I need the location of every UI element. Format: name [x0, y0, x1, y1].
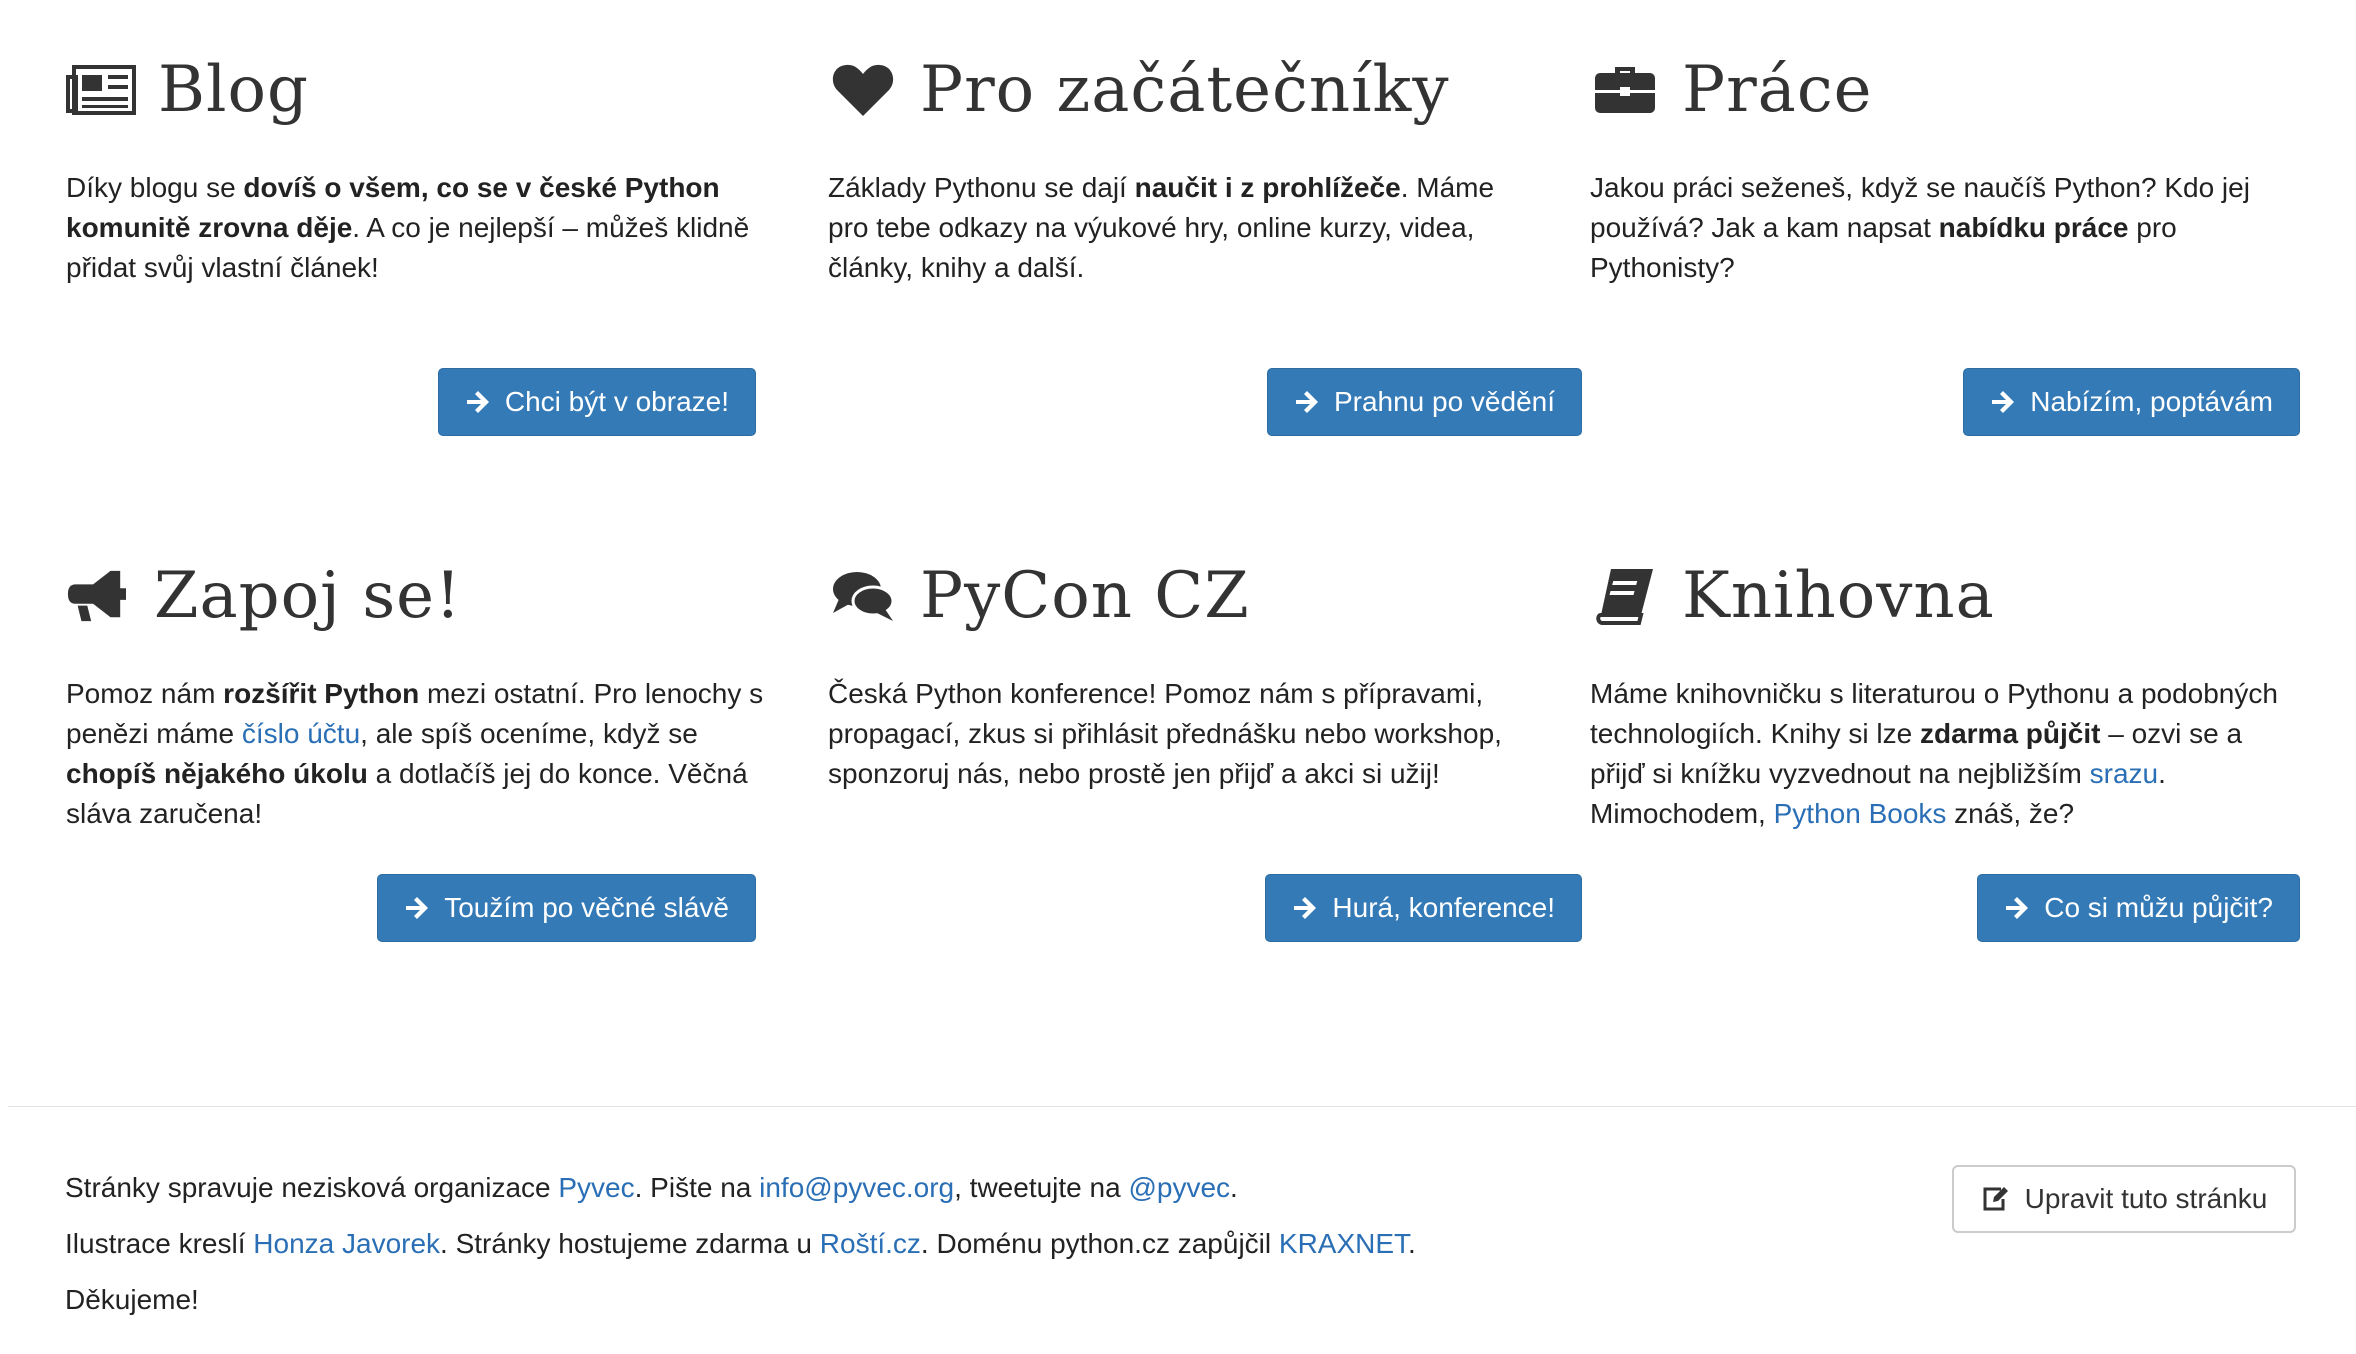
arrow-right-icon [466, 391, 489, 413]
text-run: Základy Pythonu se dají [828, 172, 1135, 203]
bold-text: naučit i z prohlížeče [1134, 172, 1401, 203]
text-run: Děkujeme! [65, 1284, 199, 1315]
text-link[interactable]: KRAXNET [1279, 1228, 1408, 1259]
text-run: . Pište na [634, 1172, 760, 1203]
library-button[interactable]: Co si můžu půjčit? [1977, 874, 2300, 942]
arrow-right-icon [1992, 391, 2015, 413]
text-run: Pomoz nám [66, 678, 224, 709]
card-title: Pro začátečníky [920, 53, 1450, 127]
text-run: Díky blogu se [66, 172, 244, 203]
bold-text: zdarma půjčit [1919, 718, 2101, 749]
card-text: Základy Pythonu se dají naučit i z prohl… [828, 168, 1528, 368]
jobs-button[interactable]: Nabízím, poptávám [1963, 368, 2300, 436]
card-header: Blog [66, 40, 766, 140]
text-run: znáš, že? [1946, 798, 2075, 829]
card-beginners: Pro začátečníky Základy Pythonu se dají … [828, 40, 1582, 436]
comments-icon [828, 565, 898, 627]
newspaper-icon [66, 59, 136, 121]
text-link[interactable]: srazu [2090, 758, 2158, 789]
card-title: Práce [1682, 53, 1873, 127]
text-run: . Doménu python.cz zapůjčil [920, 1228, 1279, 1259]
get-involved-button[interactable]: Toužím po věčné slávě [377, 874, 756, 942]
text-run: Ilustrace kreslí [65, 1228, 254, 1259]
button-label: Co si můžu půjčit? [2044, 892, 2273, 923]
card-get-involved: Zapoj se! Pomoz nám rozšířit Python mezi… [66, 546, 766, 942]
footer-line-maintainer: Stránky spravuje nezisková organizace Py… [65, 1170, 1416, 1206]
card-header: Pro začátečníky [828, 40, 1528, 140]
card-text: Pomoz nám rozšířit Python mezi ostatní. … [66, 674, 766, 874]
button-label: Toužím po věčné slávě [444, 892, 729, 923]
card-header: Práce [1590, 40, 2290, 140]
arrow-right-icon [406, 897, 429, 919]
text-run: . [1230, 1172, 1238, 1203]
text-run: . Stránky hostujeme zdarma u [440, 1228, 820, 1259]
arrow-right-icon [2006, 897, 2029, 919]
briefcase-icon [1590, 59, 1660, 121]
card-pycon: PyCon CZ Česká Python konference! Pomoz … [828, 546, 1582, 942]
arrow-right-icon [1294, 897, 1317, 919]
edit-icon [1983, 1187, 2008, 1211]
megaphone-icon [66, 565, 126, 627]
text-link[interactable]: Python Books [1774, 798, 1947, 829]
text-link[interactable]: info@pyvec.org [759, 1172, 954, 1203]
pycon-button[interactable]: Hurá, konference! [1265, 874, 1582, 942]
card-header: PyCon CZ [828, 546, 1528, 646]
card-header: Zapoj se! [66, 546, 766, 646]
footer: Stránky spravuje nezisková organizace Py… [65, 1170, 1416, 1338]
bold-text: nabídku práce [1938, 212, 2129, 243]
text-link[interactable]: Roští.cz [820, 1228, 921, 1259]
button-label: Prahnu po vědění [1333, 386, 1555, 417]
card-title: PyCon CZ [920, 559, 1250, 633]
card-title: Blog [158, 53, 309, 127]
footer-divider [8, 1106, 2356, 1107]
heart-icon [828, 59, 898, 121]
text-run: , tweetujte na [954, 1172, 1129, 1203]
card-title: Knihovna [1682, 559, 1995, 633]
button-label: Nabízím, poptávám [2030, 386, 2273, 417]
card-header: Knihovna [1590, 546, 2290, 646]
text-run: Česká Python konference! Pomoz nám s pří… [828, 678, 1502, 789]
text-link[interactable]: Pyvec [558, 1172, 634, 1203]
card-text: Máme knihovničku s literaturou o Pythonu… [1590, 674, 2290, 874]
edit-page-button[interactable]: Upravit tuto stránku [1952, 1165, 2296, 1233]
footer-line-credits: Ilustrace kreslí Honza Javorek. Stránky … [65, 1226, 1416, 1262]
bold-text: chopíš nějakého úkolu [66, 758, 368, 789]
card-library: Knihovna Máme knihovničku s literaturou … [1590, 546, 2300, 942]
text-run: , ale spíš oceníme, když se [360, 718, 698, 749]
card-text: Jakou práci seženeš, když se naučíš Pyth… [1590, 168, 2290, 368]
edit-page-label: Upravit tuto stránku [2024, 1183, 2268, 1214]
blog-button[interactable]: Chci být v obraze! [437, 368, 756, 436]
text-link[interactable]: číslo účtu [242, 718, 360, 749]
text-link[interactable]: @pyvec [1128, 1172, 1230, 1203]
beginners-button[interactable]: Prahnu po vědění [1266, 368, 1582, 436]
button-label: Chci být v obraze! [504, 386, 729, 417]
book-icon [1590, 565, 1660, 627]
card-jobs: Práce Jakou práci seženeš, když se naučí… [1590, 40, 2300, 436]
text-link[interactable]: Honza Javorek [253, 1228, 440, 1259]
card-blog: Blog Díky blogu se dovíš o všem, co se v… [66, 40, 766, 436]
card-text: Díky blogu se dovíš o všem, co se v česk… [66, 168, 766, 368]
card-title: Zapoj se! [154, 559, 462, 633]
footer-line-thanks: Děkujeme! [65, 1282, 1416, 1318]
text-run: Stránky spravuje nezisková organizace [65, 1172, 559, 1203]
bold-text: rozšířit Python [223, 678, 420, 709]
card-text: Česká Python konference! Pomoz nám s pří… [828, 674, 1528, 874]
text-run: . [1408, 1228, 1416, 1259]
button-label: Hurá, konference! [1332, 892, 1555, 923]
arrow-right-icon [1295, 391, 1318, 413]
